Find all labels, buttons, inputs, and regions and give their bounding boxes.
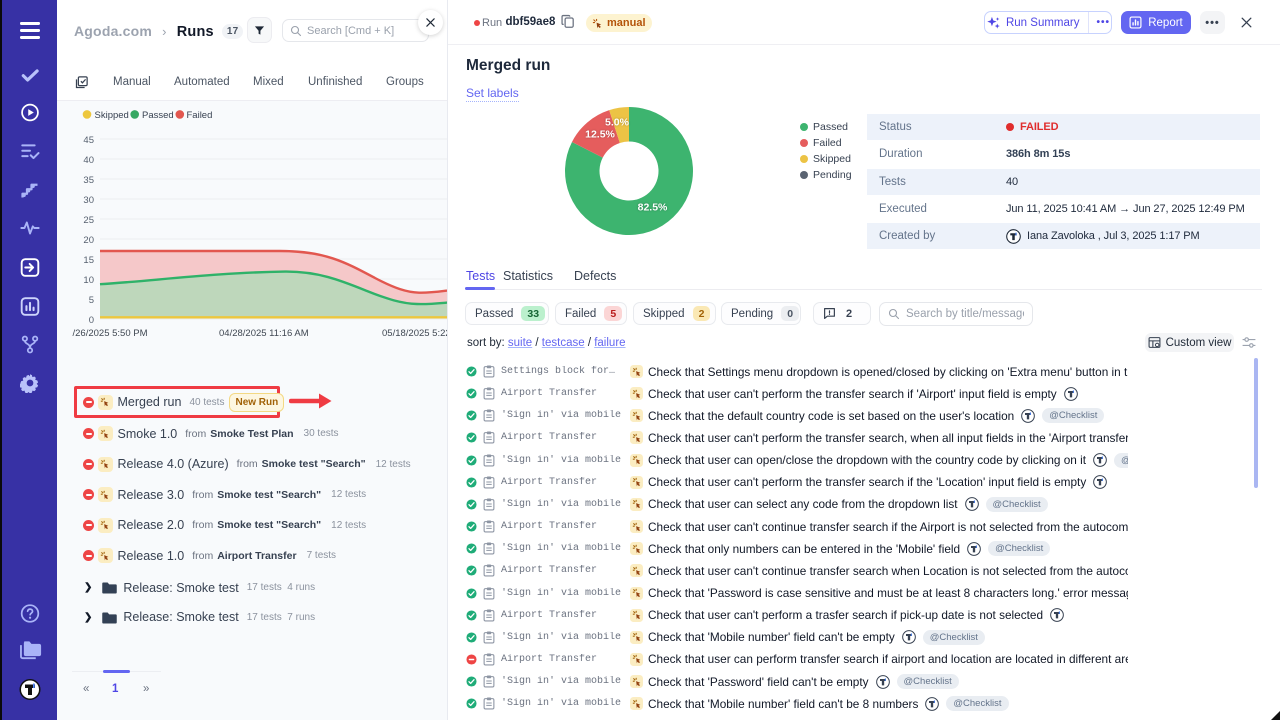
svg-text:35: 35 (83, 175, 94, 186)
svg-text:5.0%: 5.0% (605, 117, 630, 129)
svg-text:Failed: Failed (187, 110, 213, 121)
svg-text:10: 10 (83, 275, 94, 286)
svg-text:82.5%: 82.5% (638, 202, 668, 214)
svg-text:12.5%: 12.5% (585, 129, 615, 141)
svg-text:20: 20 (83, 235, 94, 246)
svg-text:Passed: Passed (142, 110, 174, 121)
svg-text:05/18/2025 5:22 PM: 05/18/2025 5:22 PM (382, 328, 447, 339)
svg-text:Skipped: Skipped (95, 110, 129, 121)
svg-text:15: 15 (83, 255, 94, 266)
svg-text:45: 45 (83, 135, 94, 146)
svg-text:30: 30 (83, 195, 94, 206)
svg-text:25: 25 (83, 215, 94, 226)
svg-text:40: 40 (83, 155, 94, 166)
svg-text:04/28/2025 11:16 AM: 04/28/2025 11:16 AM (219, 328, 309, 339)
svg-text:0: 0 (89, 315, 94, 326)
svg-text:5: 5 (89, 295, 94, 306)
svg-text:/26/2025 5:50 PM: /26/2025 5:50 PM (73, 328, 148, 339)
